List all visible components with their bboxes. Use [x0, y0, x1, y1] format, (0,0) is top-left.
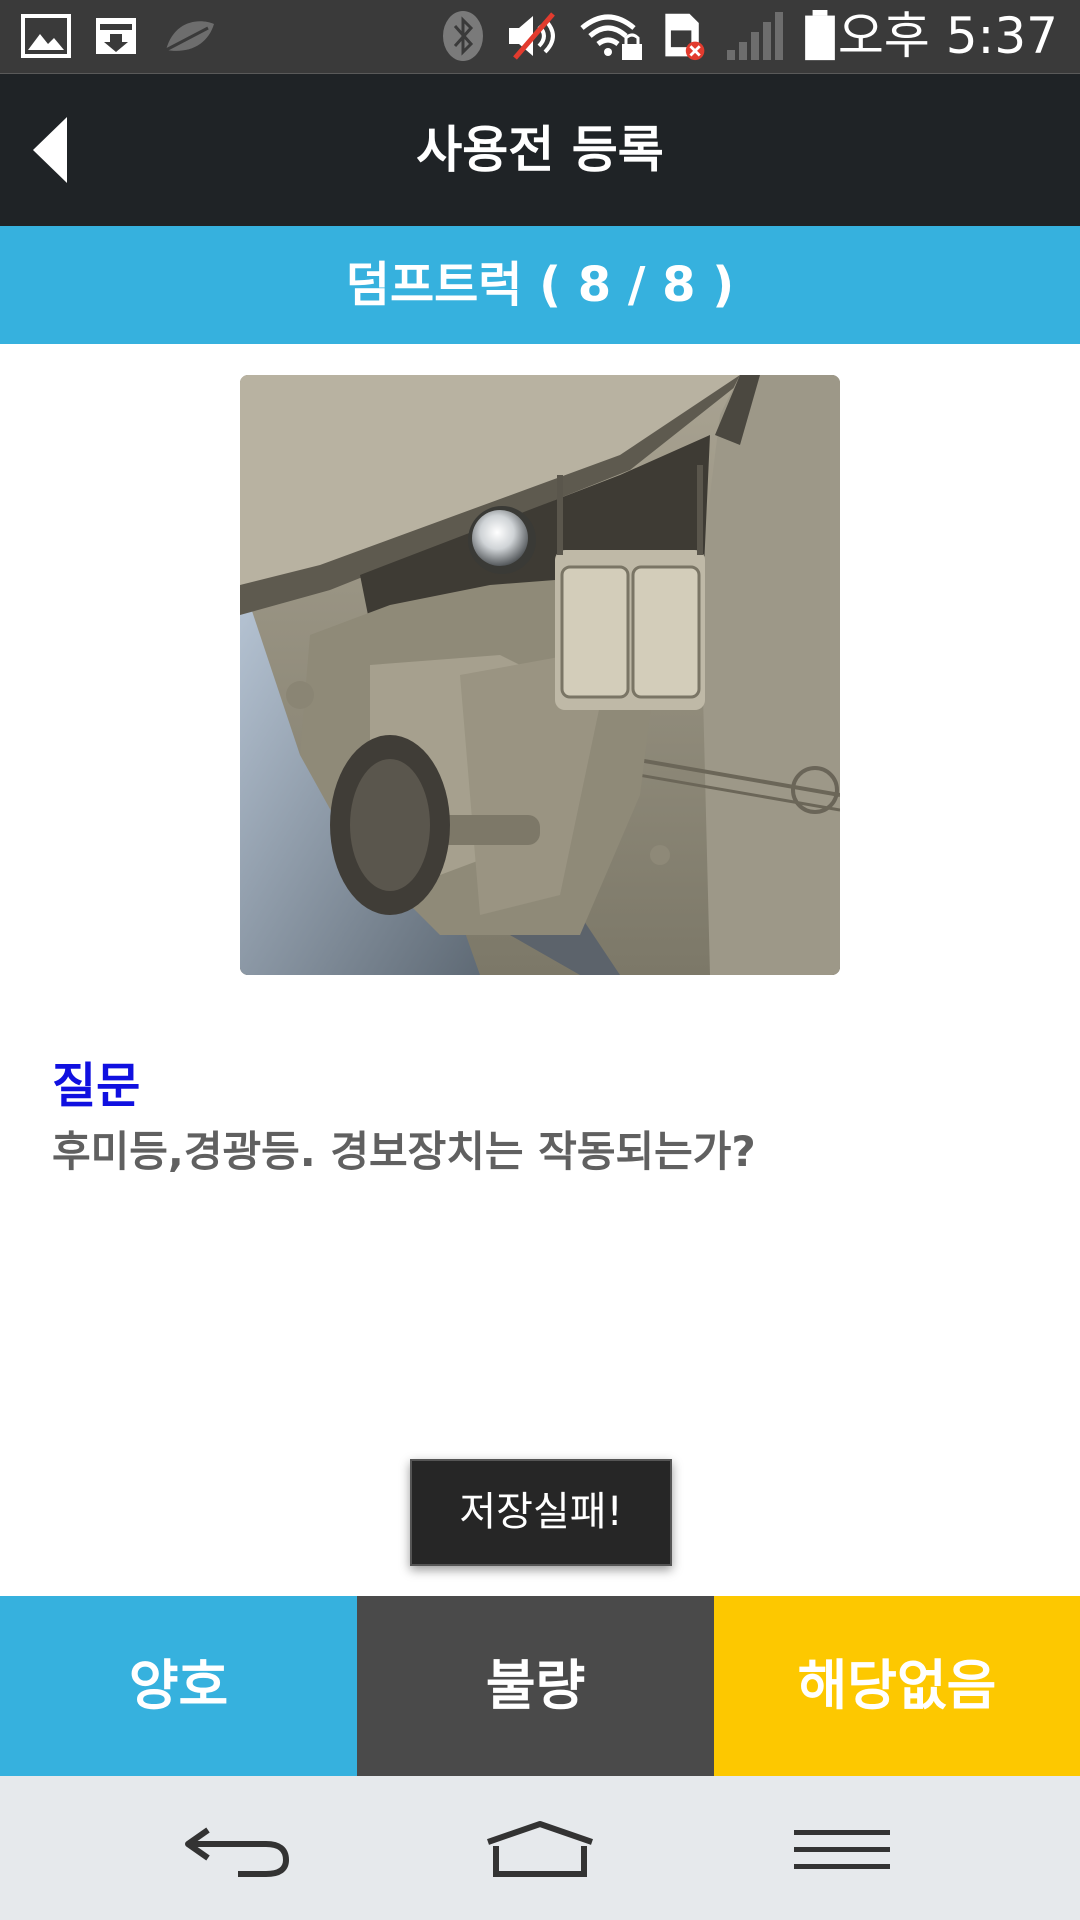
not-applicable-button[interactable]: 해당없음: [714, 1596, 1080, 1776]
inspection-photo: [240, 375, 840, 975]
leaf-icon: [165, 21, 214, 52]
battery-icon: [805, 10, 835, 61]
title-bar: 사용전 등록: [0, 74, 1080, 226]
answer-buttons: 양호 불량 해당없음: [0, 1596, 1080, 1776]
question-text: 후미등,경광등. 경보장치는 작동되는가?: [52, 1127, 756, 1176]
signal-icon: [727, 12, 783, 60]
download-icon: [96, 18, 136, 54]
nav-back-icon[interactable]: [182, 1820, 292, 1880]
nav-home-icon[interactable]: [482, 1820, 598, 1880]
question-label: 질문: [52, 1058, 141, 1114]
bluetooth-icon: [443, 11, 483, 61]
bad-button[interactable]: 불량: [357, 1596, 714, 1776]
wifi-lock-icon: [580, 14, 642, 60]
save-failed-toast: 저장실패!: [410, 1459, 672, 1566]
good-button[interactable]: 양호: [0, 1596, 357, 1776]
nav-menu-icon[interactable]: [794, 1826, 890, 1874]
status-bar: 오후 5:37: [0, 0, 1080, 74]
navigation-bar: [0, 1776, 1080, 1920]
back-button[interactable]: [22, 110, 78, 190]
status-time: 오후 5:37: [837, 7, 1058, 65]
sim-error-icon: [665, 13, 705, 61]
mute-icon: [509, 12, 555, 60]
gallery-icon: [21, 14, 71, 58]
back-arrow-icon: [33, 117, 67, 183]
category-header: 덤프트럭 ( 8 / 8 ): [0, 226, 1080, 344]
page-title: 사용전 등록: [416, 121, 664, 179]
truck-rear-light-image: [240, 375, 840, 975]
